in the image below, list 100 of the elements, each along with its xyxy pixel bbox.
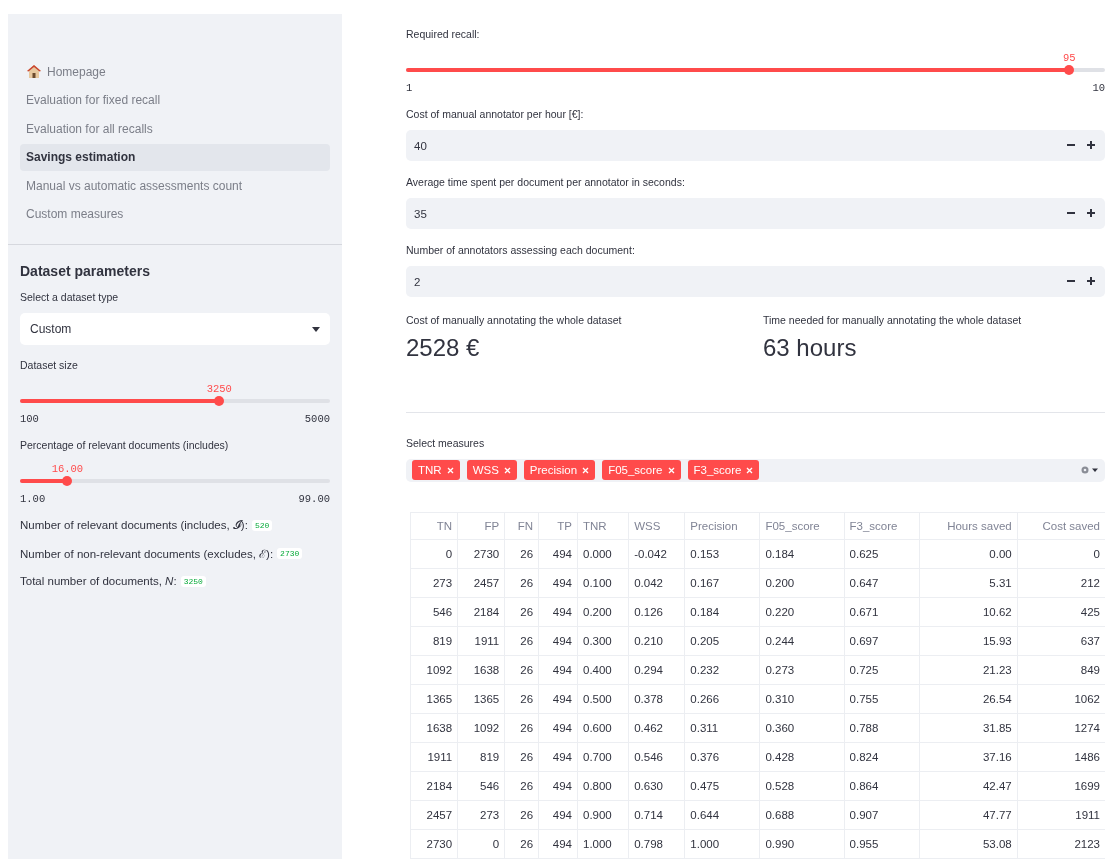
table-cell: 21.23 [919, 655, 1018, 685]
table-cell: 47.77 [919, 800, 1018, 830]
measure-tag[interactable]: Precision [523, 460, 596, 481]
measure-tag[interactable]: F05_score [602, 460, 681, 481]
sidebar-item[interactable]: Savings estimation [20, 143, 330, 171]
field-label: Select a dataset type [20, 291, 120, 303]
table-cell: 0 [457, 829, 505, 859]
table-cell: 2730 [457, 539, 505, 569]
column-header[interactable]: F3_score [844, 512, 920, 540]
table-cell: 0.184 [684, 597, 760, 627]
table-cell: 0.500 [577, 684, 629, 714]
slider-value: 16.00 [51, 463, 84, 475]
slider-label: Required recall: [406, 28, 481, 40]
table-cell: 26 [504, 742, 539, 772]
table-cell: 26 [504, 684, 539, 714]
sidebar-item[interactable]: Custom measures [20, 200, 330, 228]
slider-handle[interactable] [62, 476, 73, 486]
table-cell: 0.360 [759, 713, 845, 743]
close-icon[interactable] [446, 467, 454, 475]
table-cell: 26 [504, 655, 539, 685]
table-cell: 494 [538, 742, 578, 772]
table-cell: 0.042 [628, 568, 685, 598]
table-cell: 1911 [410, 742, 458, 772]
table-cell: 1638 [457, 655, 505, 685]
caret-icon [312, 326, 320, 332]
sidebar-item[interactable]: Evaluation for fixed recall [20, 86, 330, 114]
table-cell: 0.232 [684, 655, 760, 685]
number-input[interactable]: 35 [406, 198, 1105, 229]
column-header[interactable]: TNR [577, 512, 629, 540]
table-cell: 0.955 [844, 829, 920, 859]
table-cell: 0.266 [684, 684, 760, 714]
table-cell: 273 [457, 800, 505, 830]
table-cell: 26 [504, 771, 539, 801]
table-cell: 31.85 [919, 713, 1018, 743]
table-cell: 0.273 [759, 655, 845, 685]
slider-handle[interactable] [214, 396, 225, 406]
slider-handle[interactable] [1064, 65, 1075, 75]
sidebar-item[interactable]: Evaluation for all recalls [20, 115, 330, 143]
table-cell: 494 [538, 713, 578, 743]
table-cell: 0.907 [844, 800, 920, 830]
table-cell: 10.62 [919, 597, 1018, 627]
table-cell: 0.788 [844, 713, 920, 743]
sidebar-item[interactable]: Manual vs automatic assessments count [20, 172, 330, 200]
table-cell: 15.93 [919, 626, 1018, 656]
column-header[interactable]: WSS [628, 512, 685, 540]
table-cell: 0.400 [577, 655, 629, 685]
table-cell: 0.220 [759, 597, 845, 627]
measures-multiselect[interactable]: TNR WSS Precision F05_score F3_score [406, 458, 1105, 482]
table-cell: 2457 [410, 800, 458, 830]
table-cell: 0.755 [844, 684, 920, 714]
table-cell: 0.647 [844, 568, 920, 598]
close-icon[interactable] [746, 467, 754, 475]
table-cell: 0.714 [628, 800, 685, 830]
slider-max: 10 [1092, 82, 1105, 94]
table-cell: 0.800 [577, 771, 629, 801]
slider-max: 99.00 [298, 493, 330, 505]
slider-label: Percentage of relevant documents (includes) [20, 439, 230, 451]
column-header[interactable]: Precision [684, 512, 760, 540]
table-cell: 0.428 [759, 742, 845, 772]
column-header[interactable]: TN [410, 512, 458, 540]
table-cell: 1911 [457, 626, 505, 656]
column-header[interactable]: TP [538, 512, 578, 540]
table-cell: 0.546 [628, 742, 685, 772]
stat-value: 3250 [180, 575, 206, 587]
gear-caret-icon[interactable] [1081, 466, 1099, 475]
table-cell: 2457 [457, 568, 505, 598]
number-input[interactable]: 40 [406, 130, 1105, 161]
measure-tag[interactable]: WSS [466, 460, 517, 481]
column-header[interactable]: Hours saved [919, 512, 1018, 540]
stat-label: Number of non-relevant documents (excludes, ℰ): [20, 547, 274, 561]
table-cell: 0.00 [919, 539, 1018, 569]
column-header[interactable]: FN [504, 512, 539, 540]
table-cell: 26 [504, 539, 539, 569]
column-header[interactable]: F05_score [759, 512, 845, 540]
measure-tag[interactable]: TNR [412, 460, 460, 481]
table-cell: 494 [538, 597, 578, 627]
slider-min: 1.00 [20, 493, 46, 505]
table-cell: 0.864 [844, 771, 920, 801]
field-label: Cost of manual annotator per hour [€]: [406, 108, 585, 120]
column-header[interactable]: Cost saved [1017, 512, 1105, 540]
table-cell: 26 [504, 829, 539, 859]
table-cell: 42.47 [919, 771, 1018, 801]
measure-tag[interactable]: F3_score [687, 460, 760, 481]
table-cell: 0.126 [628, 597, 685, 627]
table-cell: 494 [538, 684, 578, 714]
table-cell: 26 [504, 800, 539, 830]
sidebar-item[interactable]: Homepage [20, 58, 330, 86]
close-icon[interactable] [582, 467, 590, 475]
table-cell: 37.16 [919, 742, 1018, 772]
table-cell: 0.244 [759, 626, 845, 656]
number-input[interactable]: 2 [406, 266, 1105, 297]
metric-value: 2528 € [406, 334, 481, 362]
dataset-type-dropdown[interactable]: Custom [20, 313, 330, 345]
table-cell: 1365 [457, 684, 505, 714]
field-label: Average time spent per document per annotator in seconds: [406, 176, 686, 188]
column-header[interactable]: FP [457, 512, 505, 540]
close-icon[interactable] [503, 467, 511, 475]
table-cell: 0.700 [577, 742, 629, 772]
close-icon[interactable] [667, 467, 675, 475]
table-cell: 0.528 [759, 771, 845, 801]
